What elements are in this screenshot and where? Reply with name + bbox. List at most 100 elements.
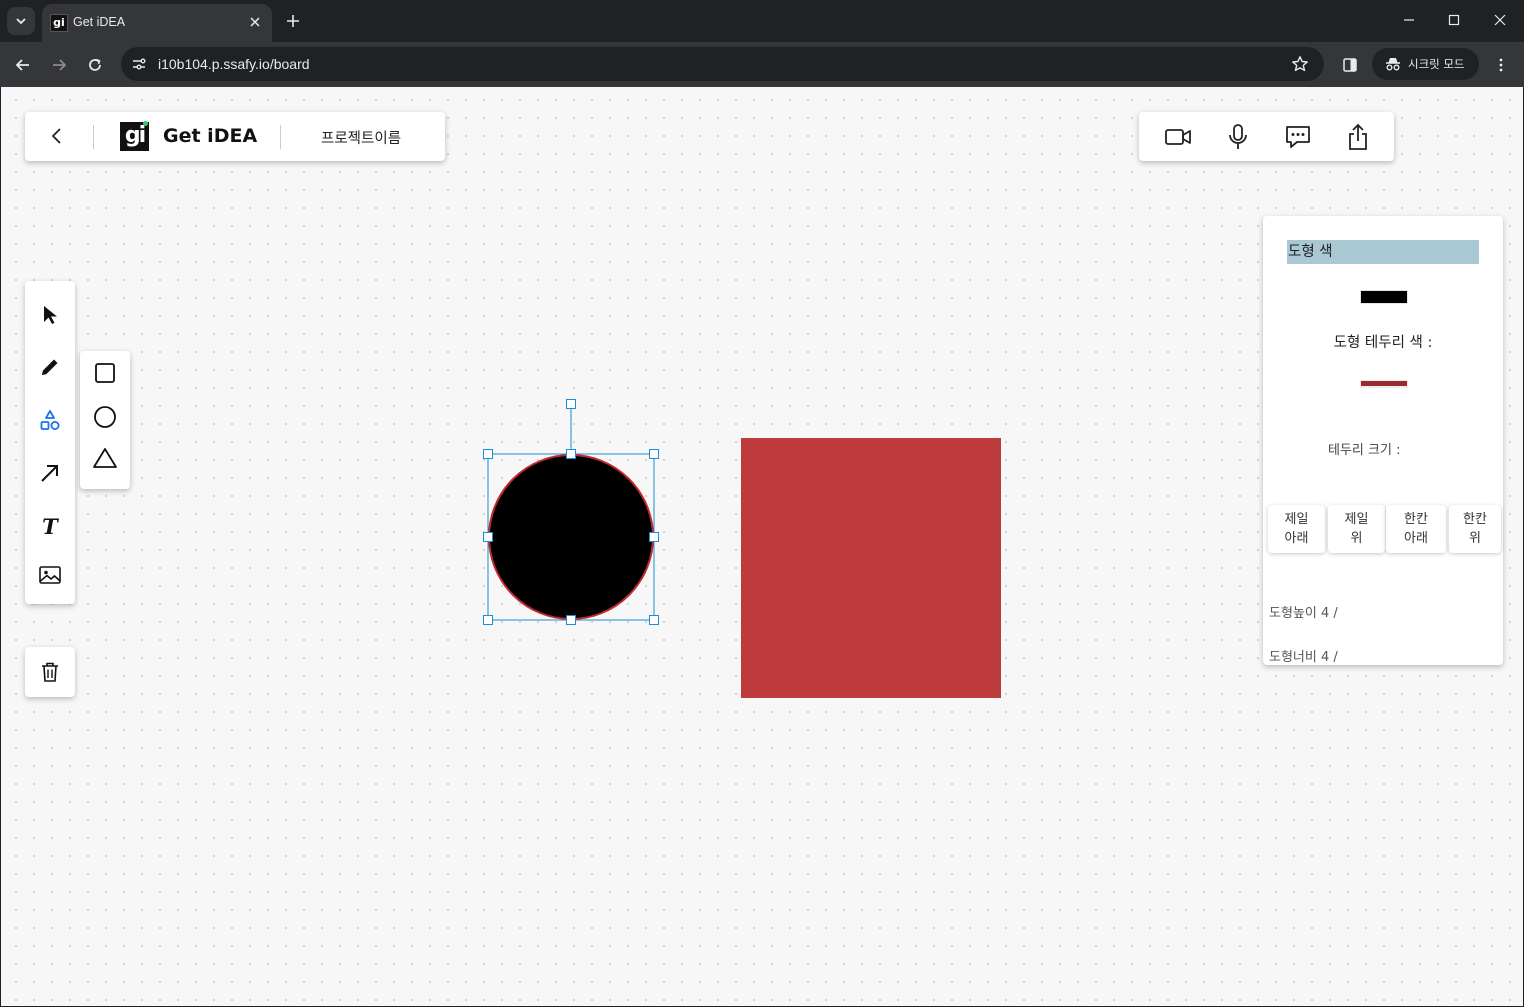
order-label-line1: 제일: [1284, 512, 1309, 527]
order-label-line2: 아래: [1284, 531, 1309, 546]
delete-panel: [25, 647, 75, 697]
resize-handle-bottom-right[interactable]: [649, 615, 659, 625]
pencil-tool[interactable]: [35, 352, 65, 382]
browser-tab[interactable]: gi Get iDEA: [42, 4, 272, 42]
resize-handle-top[interactable]: [566, 449, 576, 459]
stroke-size-label: 테두리 크기 :: [1328, 443, 1401, 458]
pencil-icon: [42, 359, 58, 375]
circle-shape-button[interactable]: [90, 402, 120, 432]
side-panel-button[interactable]: [1337, 52, 1363, 78]
select-arrow-icon: [44, 306, 57, 324]
resize-handle-bottom-left[interactable]: [483, 615, 493, 625]
resize-handle-right[interactable]: [649, 532, 659, 542]
share-icon: [1349, 123, 1367, 150]
new-tab-button[interactable]: [282, 10, 304, 32]
tune-icon: [133, 58, 146, 70]
site-info-button[interactable]: [129, 54, 149, 74]
incognito-indicator[interactable]: 시크릿 모드: [1372, 48, 1479, 80]
divider: [93, 125, 94, 149]
browser-menu-button[interactable]: [1488, 52, 1514, 78]
chat-button[interactable]: [1283, 122, 1313, 152]
tool-palette: T: [25, 281, 75, 604]
order-label-line1: 한칸: [1463, 512, 1487, 527]
image-icon: [39, 566, 61, 584]
close-icon: [1494, 14, 1506, 26]
shapes-icon: [40, 410, 60, 430]
resize-handle-bottom[interactable]: [566, 615, 576, 625]
maximize-icon: [1448, 14, 1460, 26]
shape-picker: [80, 351, 130, 489]
circle-shape[interactable]: [488, 454, 654, 620]
square-shape-button[interactable]: [90, 358, 120, 388]
forward-button[interactable]: [46, 52, 72, 78]
arrow-icon: [41, 465, 58, 482]
fill-color-picker[interactable]: [1360, 290, 1408, 304]
trash-icon: [42, 662, 58, 682]
microphone-button[interactable]: [1223, 122, 1253, 152]
communication-toolbar: [1139, 112, 1394, 161]
shape-height-label: 도형높이 4 /: [1269, 606, 1338, 621]
video-button[interactable]: [1163, 122, 1193, 152]
board-canvas[interactable]: gi Get iDEA 프로젝트이름 T 도형 색 도형 테두리 색: 테두리…: [1, 87, 1523, 1006]
arrow-right-icon: [53, 59, 67, 71]
text-icon: T: [42, 513, 58, 539]
shape-properties-panel: 도형 색 도형 테두리 색 : 테두리 크기 : 제일 아래 제일 위 한칸 아…: [1263, 216, 1503, 665]
project-name[interactable]: 프로젝트이름: [321, 127, 401, 148]
tab-close-button[interactable]: [246, 13, 264, 31]
favicon-icon: gi: [50, 14, 68, 32]
minimize-button[interactable]: [1386, 0, 1432, 40]
send-backward-button[interactable]: 한칸 아래: [1386, 505, 1446, 553]
resize-handle-top-right[interactable]: [649, 449, 659, 459]
back-button[interactable]: [10, 52, 36, 78]
back-to-projects-button[interactable]: [47, 126, 67, 146]
order-label-line2: 아래: [1404, 531, 1428, 546]
select-tool[interactable]: [35, 300, 65, 330]
logo-dot: [143, 121, 148, 126]
maximize-button[interactable]: [1431, 0, 1477, 40]
close-icon: [250, 17, 260, 27]
tab-search-button[interactable]: [7, 7, 35, 35]
image-tool[interactable]: [35, 560, 65, 590]
share-button[interactable]: [1343, 122, 1373, 152]
incognito-icon: [1386, 58, 1400, 71]
shapes-tool[interactable]: [35, 405, 65, 435]
chevron-left-icon: [51, 128, 61, 144]
chat-bubble-icon: [1286, 126, 1310, 148]
stroke-color-label: 도형 테두리 색 :: [1333, 335, 1433, 351]
bring-forward-button[interactable]: 한칸 위: [1449, 505, 1501, 553]
square-icon: [95, 363, 115, 383]
order-label-line2: 위: [1350, 531, 1363, 546]
triangle-icon: [93, 448, 117, 468]
delete-button[interactable]: [35, 657, 65, 687]
bring-to-front-button[interactable]: 제일 위: [1328, 505, 1385, 553]
send-to-back-button[interactable]: 제일 아래: [1268, 505, 1325, 553]
brand-name: Get iDEA: [163, 125, 258, 147]
plus-icon: [287, 15, 299, 27]
stroke-color-picker[interactable]: [1360, 380, 1408, 388]
rotate-handle[interactable]: [566, 399, 576, 409]
rectangle-shape[interactable]: [741, 438, 1001, 698]
minimize-icon: [1404, 19, 1414, 21]
fill-color-label: 도형 색: [1287, 240, 1479, 264]
board-header: gi Get iDEA 프로젝트이름: [25, 112, 445, 161]
order-label-line2: 위: [1469, 531, 1481, 546]
resize-handle-top-left[interactable]: [483, 449, 493, 459]
triangle-shape-button[interactable]: [90, 443, 120, 473]
divider: [280, 125, 281, 149]
order-label-line1: 제일: [1344, 512, 1369, 527]
shape-width-label: 도형너비 4 /: [1269, 650, 1338, 665]
close-window-button[interactable]: [1477, 0, 1523, 40]
more-vertical-icon: [1499, 58, 1503, 72]
resize-handle-left[interactable]: [483, 532, 493, 542]
address-bar[interactable]: i10b104.p.ssafy.io/board: [121, 47, 1324, 81]
microphone-icon: [1229, 124, 1247, 149]
arrow-tool[interactable]: [35, 458, 65, 488]
order-label-line1: 한칸: [1404, 512, 1428, 527]
browser-tab-strip: gi Get iDEA: [0, 0, 1524, 42]
app-logo: gi: [120, 122, 149, 151]
text-tool[interactable]: T: [35, 511, 65, 541]
side-panel-icon: [1343, 58, 1357, 72]
url-text[interactable]: i10b104.p.ssafy.io/board: [158, 56, 310, 72]
reload-button[interactable]: [82, 52, 108, 78]
bookmark-button[interactable]: [1290, 54, 1310, 74]
